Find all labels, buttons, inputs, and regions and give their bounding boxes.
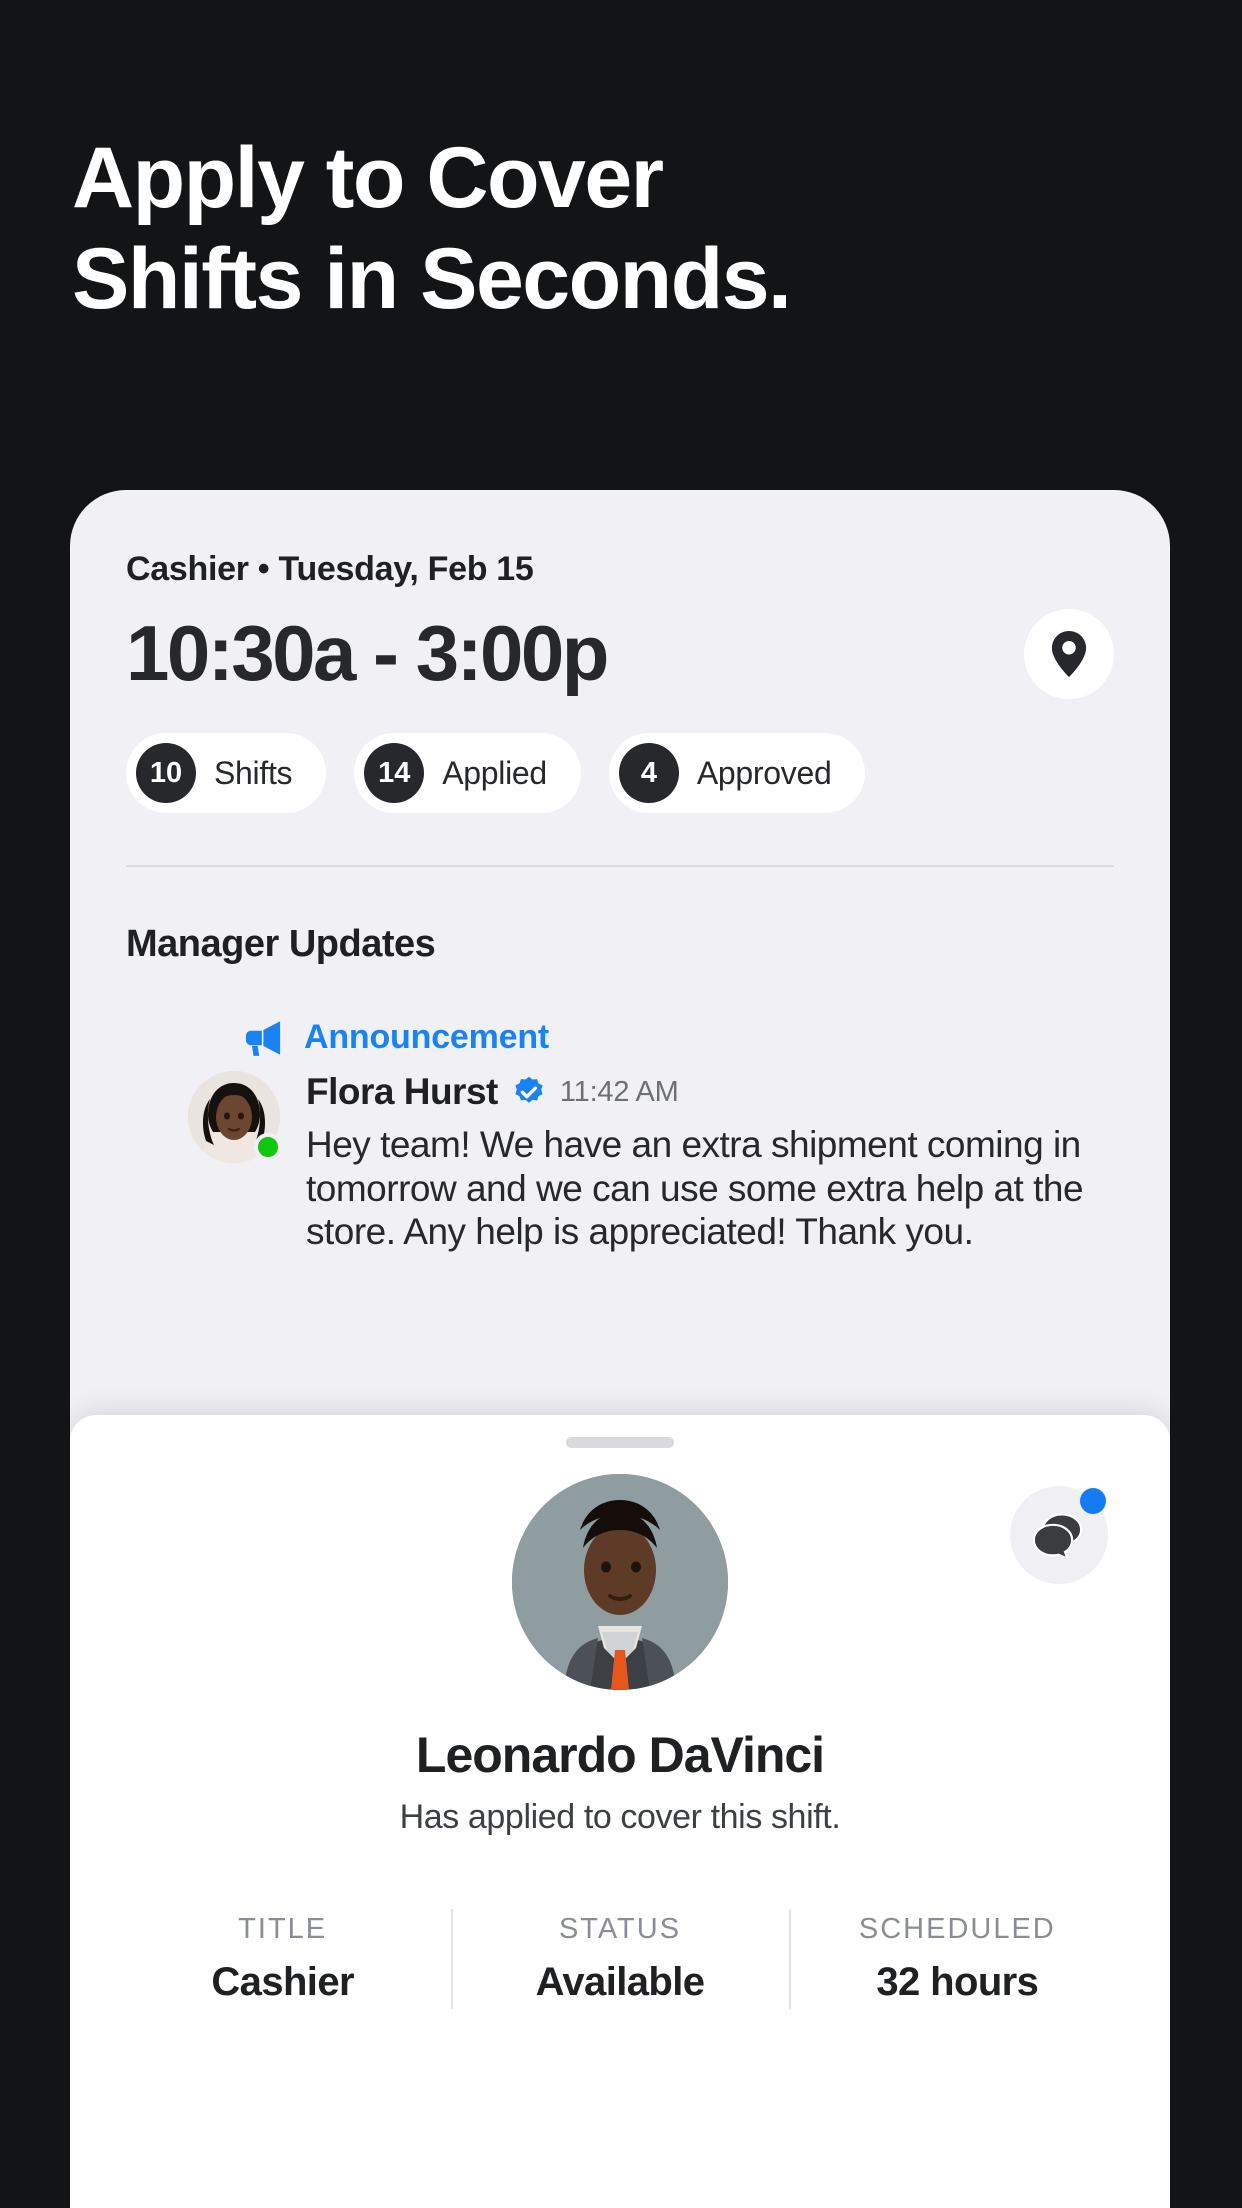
stat-title: TITLE Cashier (114, 1913, 451, 2005)
phone-frame: Cashier • Tuesday, Feb 15 10:30a - 3:00p… (70, 490, 1170, 2208)
bottom-sheet: Leonardo DaVinci Has applied to cover th… (70, 1415, 1170, 2208)
megaphone-icon (245, 1020, 281, 1056)
verified-badge-icon (515, 1076, 543, 1103)
shift-card: Cashier • Tuesday, Feb 15 10:30a - 3:00p… (70, 490, 1170, 813)
shift-time-row: 10:30a - 3:00p (126, 609, 1114, 699)
chat-bubbles-icon (1033, 1513, 1083, 1558)
manager-updates-title: Manager Updates (126, 923, 436, 965)
chip-count: 4 (618, 743, 679, 803)
applicant-avatar[interactable] (512, 1474, 728, 1690)
chip-approved[interactable]: 4 Approved (608, 733, 866, 813)
stat-scheduled: SCHEDULED 32 hours (788, 1909, 1126, 2009)
chat-notification-badge (1080, 1488, 1106, 1514)
app-screenshot: Apply to Cover Shifts in Seconds. Cashie… (0, 0, 1242, 2208)
stat-value: Cashier (211, 1960, 354, 2004)
chip-applied[interactable]: 14 Applied (354, 733, 581, 813)
applicant-stats: TITLE Cashier STATUS Available SCHEDULED… (70, 1909, 1170, 2009)
message-text: Hey team! We have an extra shipment comi… (306, 1124, 1084, 1253)
chip-label: Approved (696, 754, 832, 791)
page-title: Apply to Cover Shifts in Seconds. (72, 128, 1072, 329)
sender-avatar-wrap[interactable] (188, 1071, 282, 1163)
shift-time: 10:30a - 3:00p (126, 609, 609, 698)
chip-count: 10 (136, 743, 196, 803)
shift-stat-chips: 10 Shifts 14 Applied 4 Approved (126, 733, 1114, 813)
applicant-portrait-icon (512, 1474, 728, 1690)
message-body: Flora Hurst 11:42 AM Hey team! We have a… (306, 1071, 1170, 1254)
applicant-name: Leonardo DaVinci (415, 1727, 825, 1783)
stat-value: Available (535, 1960, 705, 2004)
announcement-row: Announcement (240, 1018, 1170, 1057)
page-title-line2: Shifts in Seconds. (72, 230, 792, 327)
message-timestamp: 11:42 AM (559, 1075, 679, 1108)
chip-shifts[interactable]: 10 Shifts (126, 733, 327, 813)
stat-label: SCHEDULED (858, 1913, 1056, 1945)
chat-button[interactable] (1010, 1486, 1108, 1584)
stat-label: STATUS (558, 1913, 682, 1945)
map-pin-icon (1051, 631, 1087, 677)
chip-label: Shifts (214, 754, 293, 791)
stat-value: 32 hours (876, 1960, 1039, 2004)
sender-name: Flora Hurst (306, 1071, 498, 1112)
sheet-header (70, 1474, 1170, 1690)
stat-label: TITLE (238, 1913, 328, 1945)
stat-status: STATUS Available (451, 1909, 788, 2009)
shift-meta: Cashier • Tuesday, Feb 15 (126, 550, 534, 588)
applicant-subtitle: Has applied to cover this shift. (399, 1798, 841, 1836)
chip-count: 14 (364, 743, 425, 803)
drag-handle[interactable] (566, 1437, 674, 1448)
message-header: Flora Hurst 11:42 AM (306, 1071, 1170, 1113)
page-title-line1: Apply to Cover (72, 130, 664, 226)
location-button[interactable] (1024, 609, 1114, 699)
chip-label: Applied (442, 754, 547, 791)
section-divider (126, 865, 1114, 867)
online-dot-icon (254, 1133, 282, 1161)
announcement-label: Announcement (304, 1018, 550, 1056)
manager-message: Flora Hurst 11:42 AM Hey team! We have a… (188, 1071, 1170, 1254)
